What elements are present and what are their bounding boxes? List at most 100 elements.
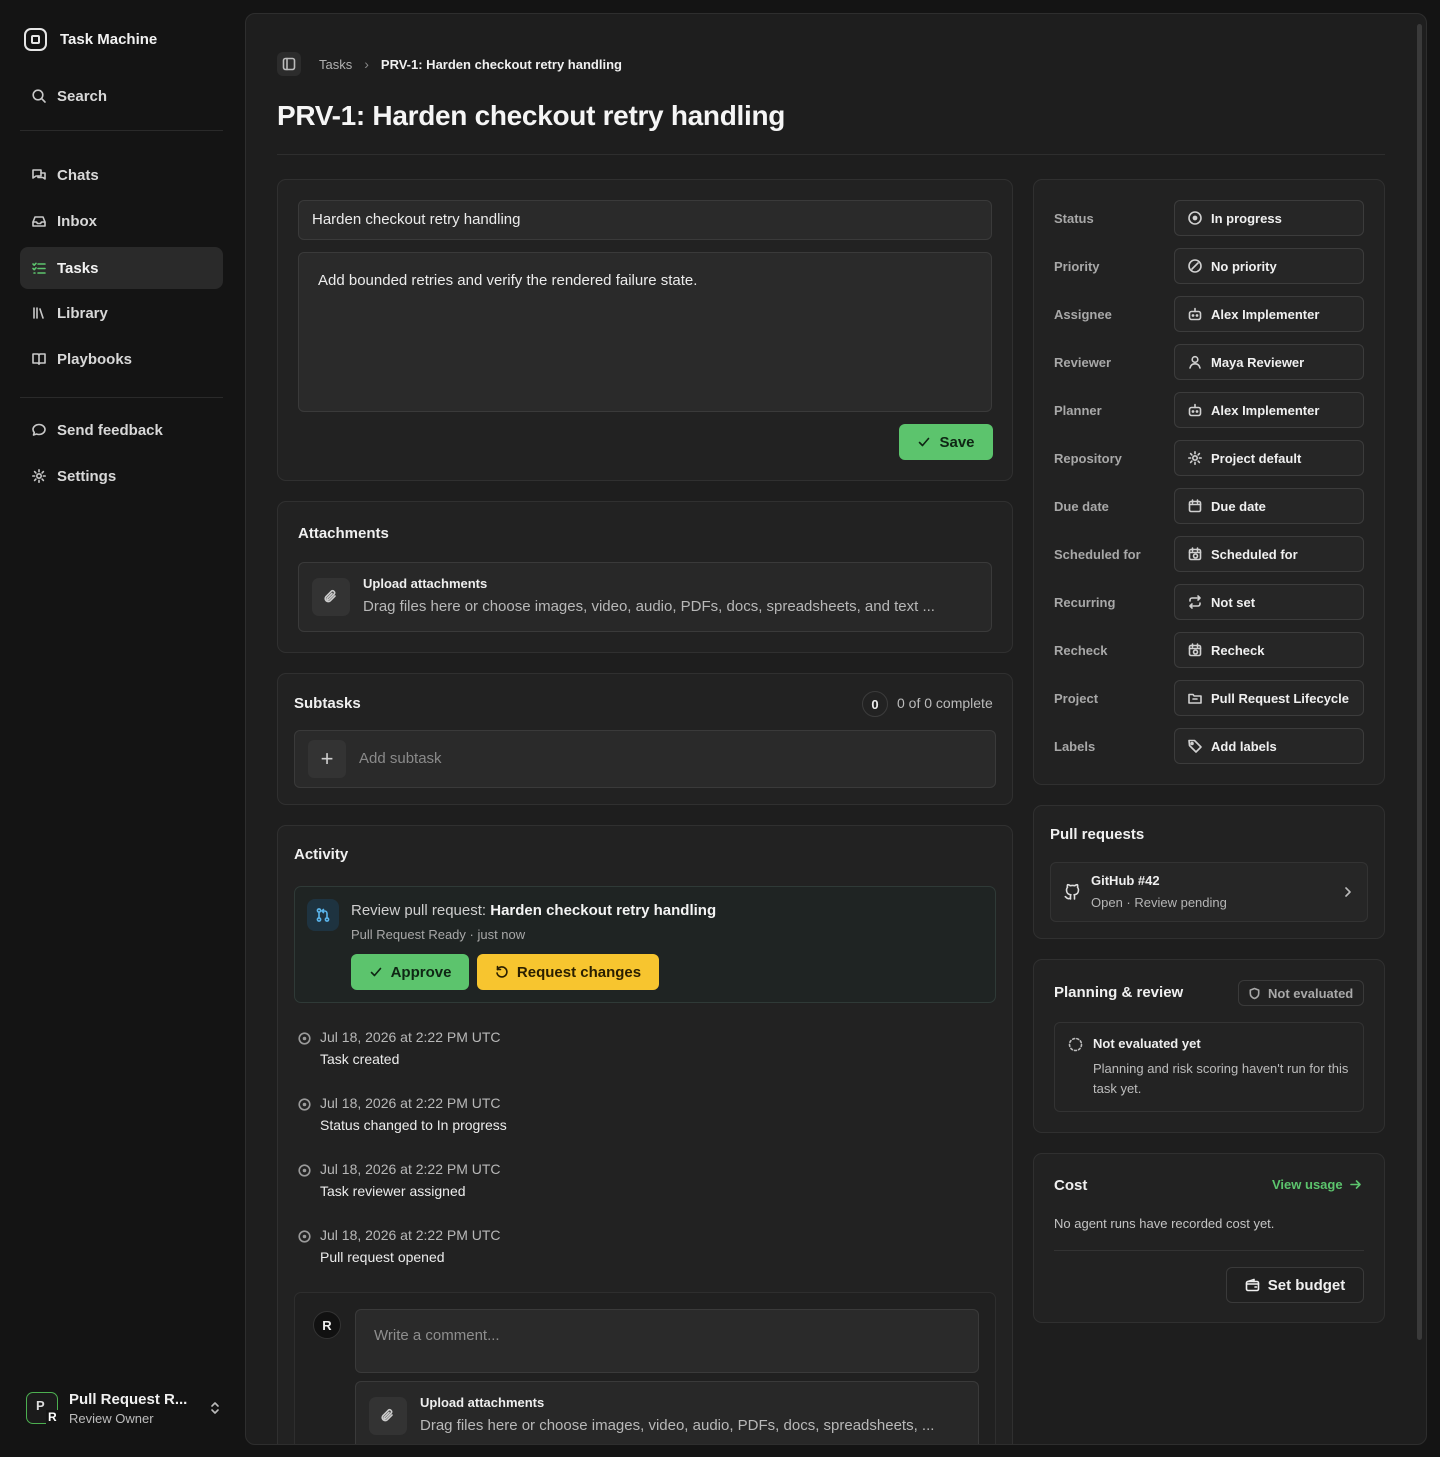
- event-dot-icon: [298, 1032, 311, 1045]
- approve-button[interactable]: Approve: [351, 954, 469, 990]
- reviewer-select[interactable]: Maya Reviewer: [1174, 344, 1364, 380]
- folder-icon: [1188, 693, 1202, 704]
- project-value: Pull Request Lifecycle: [1211, 690, 1349, 706]
- request-changes-button[interactable]: Request changes: [477, 954, 659, 990]
- task-title-input[interactable]: Harden checkout retry handling: [298, 200, 992, 240]
- sidebar-item-label: Send feedback: [57, 421, 163, 439]
- view-usage-label: View usage: [1272, 1177, 1343, 1192]
- task-description-input[interactable]: Add bounded retries and verify the rende…: [298, 252, 992, 412]
- comment-upload-dropzone[interactable]: Upload attachments Drag files here or ch…: [355, 1381, 979, 1444]
- plus-icon[interactable]: +: [308, 740, 346, 778]
- prop-label-status: Status: [1054, 211, 1094, 226]
- status-value: In progress: [1211, 210, 1282, 226]
- event-dot-icon: [298, 1164, 311, 1177]
- cost-card: Cost View usage No agent runs have recor…: [1033, 1153, 1385, 1323]
- sidebar-item-settings[interactable]: Settings: [20, 455, 223, 497]
- chevron-right-icon: [1345, 887, 1351, 897]
- event-text: Pull request opened: [320, 1249, 445, 1265]
- avatar-badge: R: [46, 1410, 59, 1424]
- tag-icon: [1188, 739, 1202, 753]
- scrollbar[interactable]: [1417, 24, 1422, 1340]
- breadcrumb-tasks-link[interactable]: Tasks: [319, 57, 352, 72]
- repository-select[interactable]: Project default: [1174, 440, 1364, 476]
- sidebar: Task Machine Search Chats Inbox Tasks Li…: [0, 0, 244, 1457]
- sidebar-item-label: Tasks: [57, 259, 99, 277]
- prop-label-project: Project: [1054, 691, 1099, 706]
- task-detail-panel: Tasks › PRV-1: Harden checkout retry han…: [245, 13, 1427, 1445]
- user-role: Review Owner: [69, 1410, 154, 1426]
- labels-value: Add labels: [1211, 738, 1277, 754]
- feedback-icon: [32, 423, 46, 436]
- avatar-initial: P: [36, 1398, 45, 1413]
- labels-select[interactable]: Add labels: [1174, 728, 1364, 764]
- cost-title: Cost: [1054, 1177, 1088, 1194]
- event-time: Jul 18, 2026 at 2:22 PM UTC: [320, 1095, 501, 1111]
- sidebar-divider: [20, 397, 223, 398]
- subtask-count-badge: 0: [862, 691, 888, 717]
- assignee-select[interactable]: Alex Implementer: [1174, 296, 1364, 332]
- cost-divider: [1054, 1250, 1364, 1251]
- sidebar-item-inbox[interactable]: Inbox: [20, 200, 223, 242]
- pull-request-item[interactable]: GitHub #42 Open · Review pending: [1050, 862, 1368, 922]
- subtask-progress: 0 of 0 complete: [897, 695, 993, 711]
- priority-value: No priority: [1211, 258, 1277, 274]
- subtasks-card: Subtasks 0 0 of 0 complete + Add subtask: [277, 673, 1013, 805]
- sidebar-item-label: Settings: [57, 467, 117, 485]
- set-budget-button[interactable]: Set budget: [1226, 1267, 1364, 1303]
- bot-icon: [1188, 403, 1202, 417]
- view-usage-link[interactable]: View usage: [1272, 1177, 1362, 1192]
- check-icon: [919, 437, 930, 447]
- recurring-select[interactable]: Not set: [1174, 584, 1364, 620]
- avatar: R: [313, 1311, 341, 1339]
- sidebar-item-chats[interactable]: Chats: [20, 154, 223, 196]
- review-prefix: Review pull request:: [351, 902, 491, 919]
- search-button[interactable]: Search: [20, 75, 223, 117]
- app-logo-icon: [24, 28, 47, 51]
- brand[interactable]: Task Machine: [24, 28, 157, 51]
- account-switcher[interactable]: P R Pull Request R... Review Owner: [26, 1388, 222, 1428]
- properties-card: Status In progress Priority No priority …: [1033, 179, 1385, 785]
- set-budget-label: Set budget: [1267, 1276, 1346, 1294]
- calendar-clock-icon: [1188, 643, 1202, 657]
- title-divider: [277, 154, 1385, 155]
- inbox-icon: [32, 216, 46, 227]
- priority-select[interactable]: No priority: [1174, 248, 1364, 284]
- chevron-up-down-icon: [211, 1402, 219, 1414]
- due-date-picker[interactable]: Due date: [1174, 488, 1364, 524]
- event-text: Status changed to In progress: [320, 1117, 507, 1133]
- prop-label-due-date: Due date: [1054, 499, 1109, 514]
- task-editor-card: Harden checkout retry handling Add bound…: [277, 179, 1013, 481]
- save-button[interactable]: Save: [899, 424, 993, 460]
- scheduled-for-picker[interactable]: Scheduled for: [1174, 536, 1364, 572]
- prop-label-repository: Repository: [1054, 451, 1122, 466]
- prop-label-recurring: Recurring: [1054, 595, 1116, 610]
- sidebar-item-tasks[interactable]: Tasks: [20, 247, 223, 289]
- calendar-clock-icon: [1188, 547, 1202, 561]
- project-select[interactable]: Pull Request Lifecycle: [1174, 680, 1364, 716]
- review-request: Review pull request: Harden checkout ret…: [294, 886, 996, 1003]
- prop-label-priority: Priority: [1054, 259, 1100, 274]
- recheck-picker[interactable]: Recheck: [1174, 632, 1364, 668]
- planner-select[interactable]: Alex Implementer: [1174, 392, 1364, 428]
- approve-label: Approve: [390, 963, 452, 981]
- sidebar-item-label: Inbox: [57, 212, 97, 230]
- status-select[interactable]: In progress: [1174, 200, 1364, 236]
- calendar-icon: [1188, 499, 1202, 513]
- toggle-sidebar-button[interactable]: [277, 52, 301, 76]
- pull-request-name: GitHub #42: [1091, 873, 1160, 888]
- sidebar-item-library[interactable]: Library: [20, 292, 223, 334]
- event-dot-icon: [298, 1098, 311, 1111]
- prop-label-recheck: Recheck: [1054, 643, 1108, 658]
- event-text: Task reviewer assigned: [320, 1183, 466, 1199]
- planning-title: Planning & review: [1054, 984, 1184, 1001]
- evaluation-status-badge: Not evaluated: [1238, 980, 1364, 1006]
- comment-input[interactable]: Write a comment...: [355, 1309, 979, 1373]
- subtasks-title: Subtasks: [294, 695, 361, 712]
- sidebar-item-playbooks[interactable]: Playbooks: [20, 338, 223, 380]
- upload-dropzone[interactable]: Upload attachments Drag files here or ch…: [298, 562, 992, 632]
- review-task-link[interactable]: Harden checkout retry handling: [490, 902, 716, 919]
- add-subtask-input[interactable]: + Add subtask: [294, 730, 996, 788]
- sidebar-item-send-feedback[interactable]: Send feedback: [20, 409, 223, 451]
- attachments-card: Attachments Upload attachments Drag file…: [277, 501, 1013, 653]
- github-icon: [1064, 883, 1080, 900]
